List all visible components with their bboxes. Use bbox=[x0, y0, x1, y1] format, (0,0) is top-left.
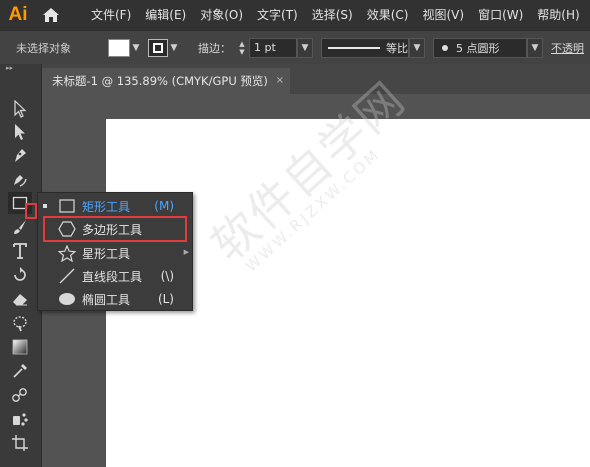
paintbrush-tool-icon[interactable] bbox=[8, 216, 32, 238]
brush-label: 5 点圆形 bbox=[456, 41, 500, 55]
line-segment-icon bbox=[58, 267, 76, 285]
artboard-tool-icon[interactable] bbox=[8, 432, 32, 454]
type-tool-icon[interactable] bbox=[8, 240, 32, 262]
curvature-tool-icon[interactable] bbox=[8, 168, 32, 190]
flyout-item-star[interactable]: 星形工具 bbox=[38, 242, 192, 264]
home-icon[interactable] bbox=[36, 0, 66, 30]
pen-tool-icon[interactable] bbox=[8, 144, 32, 166]
menu-type[interactable]: 文字(T) bbox=[250, 0, 305, 30]
symbol-sprayer-tool-icon[interactable] bbox=[8, 408, 32, 430]
menu-help[interactable]: 帮助(H) bbox=[530, 0, 586, 30]
profile-label: 等比 bbox=[386, 41, 408, 55]
flyout-label: 直线段工具 bbox=[82, 269, 143, 284]
stroke-label[interactable]: 描边： bbox=[198, 40, 231, 56]
highlight-polygon-tool bbox=[43, 216, 187, 242]
stroke-weight-dropdown[interactable]: ▼ bbox=[297, 37, 313, 58]
flyout-label: 椭圆工具 bbox=[82, 292, 131, 307]
menu-file[interactable]: 文件(F) bbox=[84, 0, 138, 30]
control-bar: 未选择对象 ▼ ▼ 描边： ▲ ▼ 1 pt ▼ 等比 ▼ 5 点圆形 ▼ 不透明 bbox=[0, 30, 590, 64]
rotate-tool-icon[interactable] bbox=[8, 264, 32, 286]
flyout-item-ellipse[interactable]: 椭圆工具 (L) bbox=[38, 288, 192, 310]
flyout-item-rectangle[interactable]: 矩形工具 (M) bbox=[38, 195, 192, 217]
menu-select[interactable]: 选择(S) bbox=[305, 0, 360, 30]
flyout-shortcut: (L) bbox=[157, 292, 174, 306]
selection-status: 未选择对象 bbox=[16, 41, 71, 55]
shape-tools-flyout: 矩形工具 (M) 多边形工具 星形工具 直线段工具 (\) 椭圆工具 (L) ▶ bbox=[37, 192, 193, 311]
menu-bar: Ai 文件(F) 编辑(E) 对象(O) 文字(T) 选择(S) 效果(C) 视… bbox=[0, 0, 590, 30]
document-tab[interactable]: 未标题-1 @ 135.89% (CMYK/GPU 预览) × bbox=[42, 68, 290, 94]
menu-window[interactable]: 窗口(W) bbox=[471, 0, 530, 30]
selection-tool-icon[interactable] bbox=[8, 98, 32, 120]
stroke-weight-input[interactable]: 1 pt bbox=[249, 37, 297, 58]
eraser-tool-icon[interactable] bbox=[8, 288, 32, 310]
direct-selection-tool-icon[interactable] bbox=[8, 121, 32, 143]
panel-collapse-icon[interactable]: ▸▸ bbox=[0, 64, 41, 74]
menu-edit[interactable]: 编辑(E) bbox=[138, 0, 193, 30]
menu-effect[interactable]: 效果(C) bbox=[360, 0, 416, 30]
chevron-down-icon[interactable]: ▼ bbox=[168, 39, 180, 57]
star-icon bbox=[58, 244, 76, 262]
document-tab-bar: 未标题-1 @ 135.89% (CMYK/GPU 预览) × bbox=[42, 64, 590, 94]
menu-view[interactable]: 视图(V) bbox=[415, 0, 471, 30]
opacity-label[interactable]: 不透明 bbox=[551, 40, 584, 56]
flyout-label: 矩形工具 bbox=[82, 199, 131, 214]
flyout-label: 星形工具 bbox=[82, 246, 131, 261]
stroke-spinner[interactable]: ▲ ▼ bbox=[235, 38, 249, 58]
selected-bullet-icon bbox=[43, 204, 47, 208]
blend-tool-icon[interactable] bbox=[8, 384, 32, 406]
flyout-item-line-segment[interactable]: 直线段工具 (\) bbox=[38, 265, 192, 287]
rectangle-icon bbox=[58, 197, 76, 215]
variable-width-profile[interactable]: 等比 bbox=[321, 37, 409, 58]
stroke-swatch[interactable] bbox=[148, 38, 168, 57]
fill-swatch[interactable] bbox=[108, 38, 130, 57]
brush-definition[interactable]: 5 点圆形 bbox=[433, 37, 527, 58]
menu-object[interactable]: 对象(O) bbox=[193, 0, 250, 30]
brush-dropdown[interactable]: ▼ bbox=[527, 37, 543, 58]
brush-dot-icon bbox=[442, 44, 448, 51]
tearoff-arrow-icon[interactable]: ▶ bbox=[184, 248, 189, 256]
app-logo: Ai bbox=[8, 4, 28, 25]
flyout-shortcut: (M) bbox=[154, 199, 174, 213]
eyedropper-tool-icon[interactable] bbox=[8, 360, 32, 382]
profile-dropdown[interactable]: ▼ bbox=[409, 37, 425, 58]
document-title: 未标题-1 @ 135.89% (CMYK/GPU 预览) bbox=[52, 74, 268, 88]
chevron-down-icon[interactable]: ▼ bbox=[130, 39, 142, 57]
gradient-tool-icon[interactable] bbox=[8, 336, 32, 358]
close-icon[interactable]: × bbox=[276, 68, 284, 94]
flyout-shortcut: (\) bbox=[160, 269, 174, 283]
tools-panel: ▸▸ bbox=[0, 64, 42, 467]
ellipse-icon bbox=[58, 290, 76, 308]
highlight-tool-corner bbox=[25, 203, 37, 219]
warp-tool-icon[interactable] bbox=[8, 312, 32, 334]
